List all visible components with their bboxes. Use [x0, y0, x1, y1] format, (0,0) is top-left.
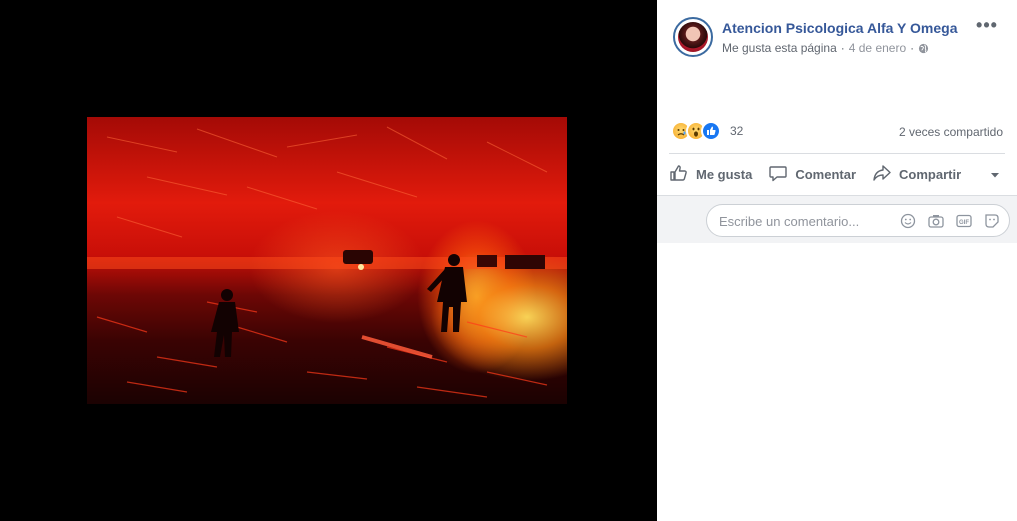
like-button[interactable]: Me gusta: [669, 158, 752, 190]
comment-placeholder: Escribe un comentario...: [719, 214, 860, 229]
post-photo[interactable]: [87, 117, 567, 404]
gif-icon[interactable]: GIF: [955, 213, 973, 229]
divider: [669, 153, 1005, 154]
share-arrow-icon: [872, 163, 892, 186]
photo-viewer: [0, 0, 657, 521]
reactions-summary: 32 2 veces compartido: [671, 121, 1003, 143]
comment-button-label: Comentar: [795, 166, 857, 182]
emoji-icon[interactable]: [899, 213, 917, 229]
meta-separator: ·: [840, 41, 845, 55]
more-options-button[interactable]: •••: [975, 16, 999, 36]
post-side-panel: Atencion Psicologica Alfa Y Omega Me gus…: [657, 0, 1017, 521]
post-meta: Me gusta esta página · 4 de enero ·: [722, 41, 929, 55]
comment-input[interactable]: Escribe un comentario... GIF: [706, 204, 1010, 237]
like-button-label: Me gusta: [696, 166, 753, 182]
comment-tools: GIF: [899, 213, 1001, 229]
reaction-icons[interactable]: [671, 121, 721, 143]
share-count[interactable]: 2 veces compartido: [899, 125, 1003, 139]
comment-button[interactable]: Comentar: [768, 158, 856, 190]
post-header: Atencion Psicologica Alfa Y Omega Me gus…: [673, 16, 1005, 61]
reaction-count[interactable]: 32: [730, 124, 743, 138]
globe-icon: [918, 43, 929, 54]
camera-icon[interactable]: [927, 213, 945, 229]
fire-scene-image: [87, 126, 567, 398]
avatar[interactable]: [673, 17, 713, 57]
share-button-label: Compartir: [899, 166, 962, 182]
like-reaction-icon: [701, 121, 721, 141]
thumbs-up-icon: [669, 163, 689, 186]
comment-bubble-icon: [768, 163, 788, 186]
post-actions: Me gusta Comentar Compartir: [669, 158, 1001, 190]
chevron-down-icon[interactable]: [989, 168, 1001, 180]
svg-text:GIF: GIF: [959, 220, 969, 226]
page-name-link[interactable]: Atencion Psicologica Alfa Y Omega: [722, 20, 957, 36]
comment-composer: Escribe un comentario... GIF: [657, 195, 1017, 243]
sticker-icon[interactable]: [983, 213, 1001, 229]
share-button[interactable]: Compartir: [872, 158, 961, 190]
avatar-image: [678, 22, 708, 52]
meta-separator: ·: [910, 41, 915, 55]
post-date[interactable]: 4 de enero: [849, 41, 906, 55]
like-page-link[interactable]: Me gusta esta página: [722, 41, 837, 55]
